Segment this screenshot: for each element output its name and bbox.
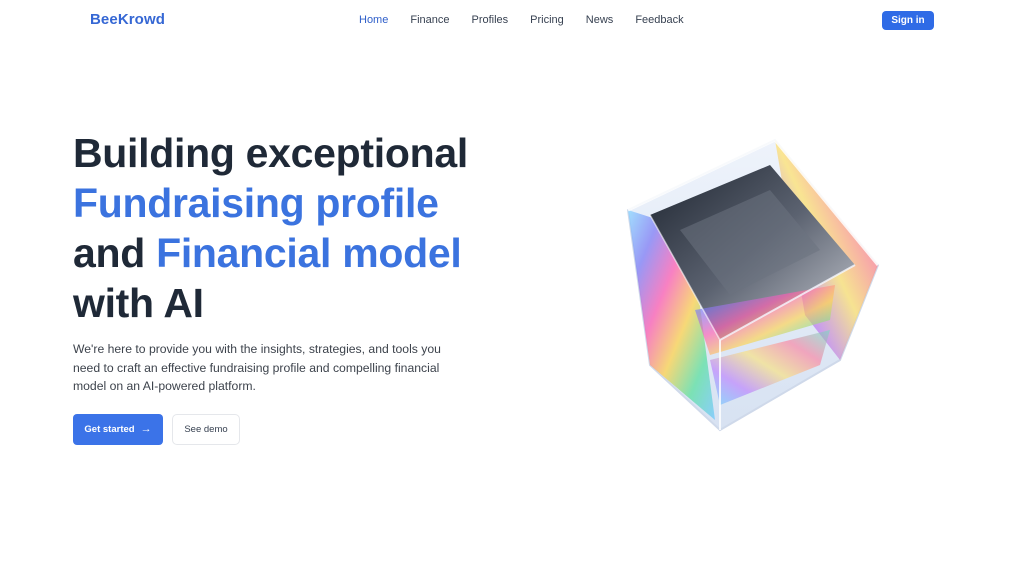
brand-logo[interactable]: BeeKrowd [90, 11, 165, 28]
headline-line-1: Building exceptional [73, 130, 468, 176]
nav-item-pricing[interactable]: Pricing [530, 14, 564, 28]
top-navbar: BeeKrowd Home Finance Profiles Pricing N… [0, 0, 1024, 42]
hero-actions: Get started → See demo [73, 414, 240, 445]
headline-line-3: and Financial model [73, 228, 543, 278]
hero-subtitle: We're here to provide you with the insig… [73, 340, 473, 396]
nav-item-news[interactable]: News [586, 14, 614, 28]
subtitle-line-2: need to craft an effective fundraising p… [73, 360, 440, 375]
subtitle-line-1: We're here to provide you with the insig… [73, 342, 441, 356]
get-started-button[interactable]: Get started → [73, 414, 163, 445]
headline-line-3-plain: and [73, 230, 157, 276]
arrow-right-icon: → [140, 423, 152, 435]
subtitle-line-3: model on an AI-powered platform. [73, 379, 256, 393]
headline-line-4: with AI [73, 280, 204, 326]
glass-cube-icon [626, 138, 880, 432]
see-demo-button[interactable]: See demo [172, 414, 240, 445]
headline-line-3-highlight: Financial model [156, 230, 462, 276]
headline-line-2: Fundraising profile [73, 180, 439, 226]
nav-item-finance[interactable]: Finance [410, 14, 449, 28]
sign-in-button[interactable]: Sign in [882, 11, 934, 30]
nav-item-profiles[interactable]: Profiles [471, 14, 508, 28]
hero-headline: Building exceptional Fundraising profile… [73, 128, 543, 328]
main-nav: Home Finance Profiles Pricing News Feedb… [359, 14, 684, 28]
nav-item-home[interactable]: Home [359, 14, 388, 28]
glass-cube-illustration [590, 125, 910, 445]
nav-item-feedback[interactable]: Feedback [635, 14, 683, 28]
landing-page: BeeKrowd Home Finance Profiles Pricing N… [0, 0, 1024, 584]
get-started-label: Get started [84, 424, 135, 435]
